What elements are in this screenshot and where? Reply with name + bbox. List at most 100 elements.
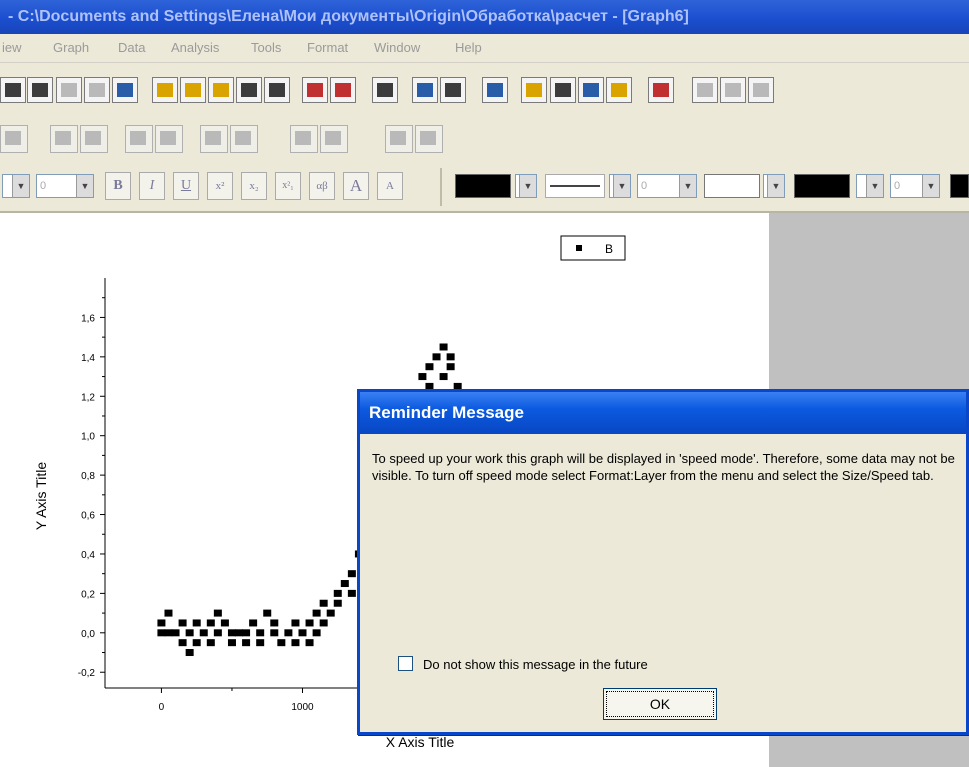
- menu-graph[interactable]: Graph: [53, 40, 89, 55]
- align-left-icon[interactable]: [0, 125, 28, 153]
- back-icon[interactable]: [155, 125, 183, 153]
- line-style-swatch[interactable]: [545, 174, 605, 198]
- fill-color-dropdown[interactable]: ▼: [856, 174, 884, 198]
- fill-value-combo[interactable]: 0 ▼: [890, 174, 940, 198]
- open-template-icon[interactable]: [180, 77, 206, 103]
- y-tick-label: 1,4: [81, 353, 95, 364]
- y-tick-label: 1,2: [81, 392, 95, 403]
- italic-button[interactable]: I: [139, 172, 165, 200]
- import-multiple-icon[interactable]: [330, 77, 356, 103]
- data-point: [340, 580, 349, 588]
- toolbar-separator: [440, 168, 442, 206]
- subscript-button[interactable]: x₂: [241, 172, 267, 200]
- data-point: [305, 619, 314, 627]
- align-horizontal-icon[interactable]: [320, 125, 348, 153]
- new-graph-icon[interactable]: [56, 77, 82, 103]
- line-style-dropdown[interactable]: ▼: [609, 174, 631, 198]
- duplicate-icon[interactable]: [440, 77, 466, 103]
- ungroup-icon[interactable]: [80, 125, 108, 153]
- chevron-down-icon: ▼: [12, 175, 29, 197]
- legend-label-b: B: [605, 242, 613, 256]
- new-project-icon[interactable]: [0, 77, 26, 103]
- data-point: [220, 619, 229, 627]
- open-excel-icon[interactable]: [208, 77, 234, 103]
- menu-bar: iew Graph Data Analysis Tools Format Win…: [0, 34, 969, 63]
- data-point: [242, 629, 251, 637]
- font-size-combo[interactable]: 0 ▼: [36, 174, 94, 198]
- decrease-font-button[interactable]: A: [377, 172, 403, 200]
- zoom-out-icon[interactable]: [720, 77, 746, 103]
- data-point: [305, 639, 314, 647]
- print-icon[interactable]: [372, 77, 398, 103]
- menu-help[interactable]: Help: [455, 40, 482, 55]
- do-not-show-checkbox[interactable]: [398, 656, 413, 671]
- data-point: [227, 629, 236, 637]
- bold-button[interactable]: B: [105, 172, 131, 200]
- pattern-swatch[interactable]: [704, 174, 760, 198]
- background-color-swatch[interactable]: [950, 174, 969, 198]
- x-tick-label: 0: [159, 702, 165, 713]
- menu-tools[interactable]: Tools: [251, 40, 281, 55]
- add-layer-icon[interactable]: [606, 77, 632, 103]
- data-point: [432, 353, 441, 361]
- new-function-icon[interactable]: [112, 77, 138, 103]
- data-point: [312, 609, 321, 617]
- ok-button[interactable]: OK: [603, 688, 717, 720]
- standard-toolbar: [0, 63, 969, 118]
- front-icon[interactable]: [125, 125, 153, 153]
- refresh-icon[interactable]: [412, 77, 438, 103]
- chevron-down-icon: ▼: [76, 175, 93, 197]
- group-icon[interactable]: [50, 125, 78, 153]
- menu-data[interactable]: Data: [118, 40, 145, 55]
- menu-format[interactable]: Format: [307, 40, 348, 55]
- data-point: [270, 619, 279, 627]
- data-point: [333, 589, 342, 597]
- menu-analysis[interactable]: Analysis: [171, 40, 219, 55]
- y-tick-label: 1,6: [81, 313, 95, 324]
- script-window-icon[interactable]: [550, 77, 576, 103]
- results-log-icon[interactable]: [521, 77, 547, 103]
- make-same-height-icon[interactable]: [415, 125, 443, 153]
- x-axis-title[interactable]: X Axis Title: [386, 734, 455, 750]
- line-width-combo[interactable]: 0 ▼: [637, 174, 697, 198]
- save-project-icon[interactable]: [236, 77, 262, 103]
- font-combo[interactable]: ▼: [2, 174, 30, 198]
- align-top-icon[interactable]: [200, 125, 228, 153]
- import-ascii-icon[interactable]: [302, 77, 328, 103]
- new-matrix-icon[interactable]: [84, 77, 110, 103]
- menu-view[interactable]: iew: [2, 40, 22, 55]
- pattern-dropdown[interactable]: ▼: [763, 174, 785, 198]
- y-tick-label: 0,0: [81, 629, 95, 640]
- menu-window[interactable]: Window: [374, 40, 420, 55]
- dialog-title: Reminder Message: [360, 392, 966, 434]
- y-axis-title[interactable]: Y Axis Title: [33, 462, 49, 530]
- new-worksheet-icon[interactable]: [27, 77, 53, 103]
- data-point: [178, 619, 187, 627]
- zoom-in-icon[interactable]: [692, 77, 718, 103]
- project-explorer-icon[interactable]: [482, 77, 508, 103]
- legend[interactable]: B: [560, 235, 626, 261]
- legend-marker: [576, 245, 582, 251]
- make-same-width-icon[interactable]: [385, 125, 413, 153]
- data-point: [284, 629, 293, 637]
- whole-page-icon[interactable]: [748, 77, 774, 103]
- increase-font-button[interactable]: A: [343, 172, 369, 200]
- data-point: [270, 629, 279, 637]
- code-builder-icon[interactable]: [578, 77, 604, 103]
- data-point: [235, 629, 244, 637]
- superscript-button[interactable]: x²: [207, 172, 233, 200]
- font-color-dropdown[interactable]: ▼: [515, 174, 537, 198]
- align-vertical-icon[interactable]: [290, 125, 318, 153]
- align-bottom-icon[interactable]: [230, 125, 258, 153]
- underline-button[interactable]: U: [173, 172, 199, 200]
- data-point: [192, 619, 201, 627]
- do-not-show-row[interactable]: Do not show this message in the future: [398, 656, 648, 672]
- font-color-swatch[interactable]: [455, 174, 511, 198]
- fill-color-swatch[interactable]: [794, 174, 850, 198]
- data-point: [425, 363, 434, 371]
- open-icon[interactable]: [152, 77, 178, 103]
- command-window-icon[interactable]: [648, 77, 674, 103]
- greek-button[interactable]: αβ: [309, 172, 335, 200]
- supsub-button[interactable]: x²₁: [275, 172, 301, 200]
- save-template-icon[interactable]: [264, 77, 290, 103]
